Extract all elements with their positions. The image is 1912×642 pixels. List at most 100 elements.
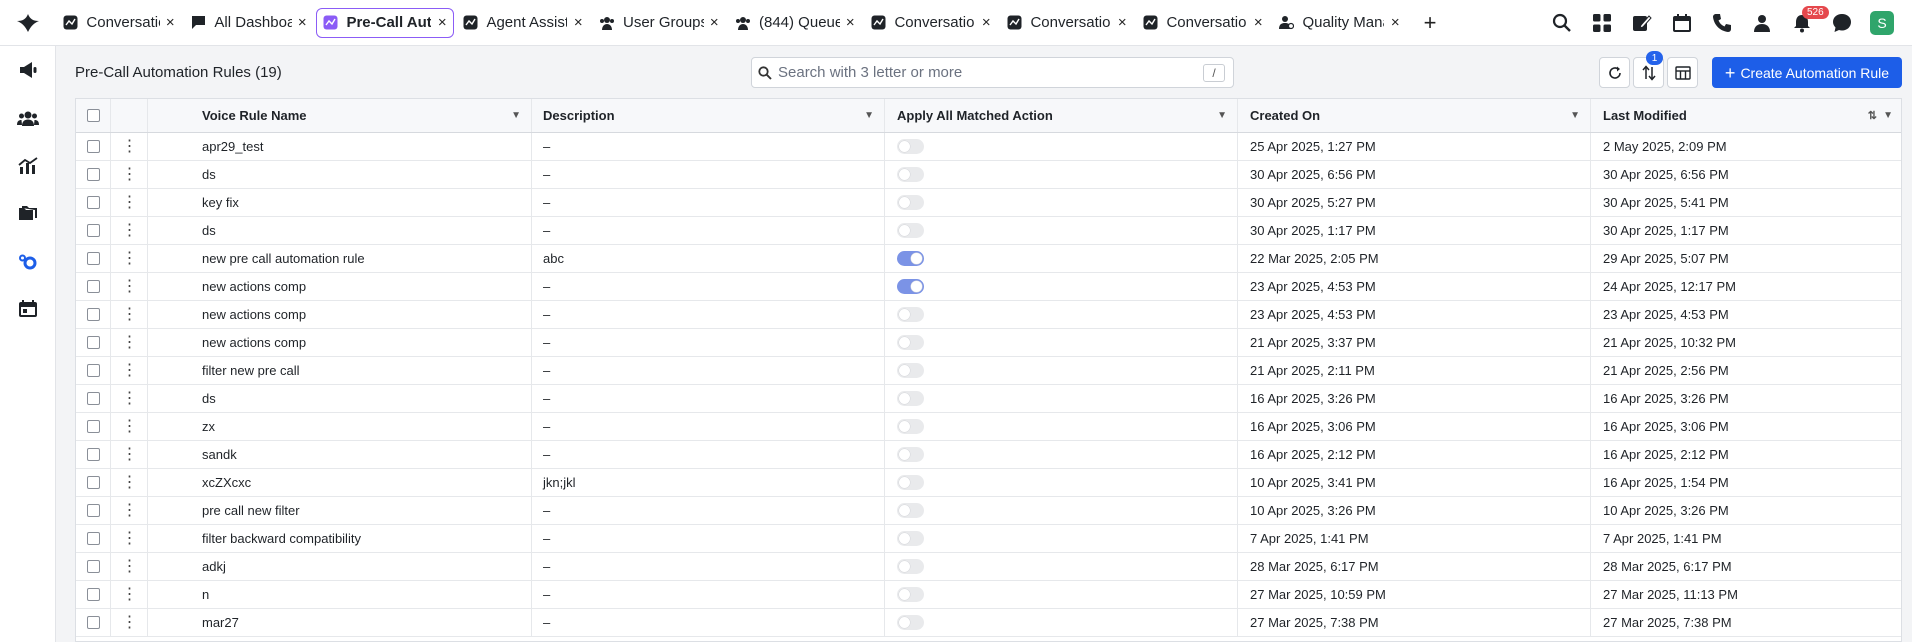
apply-all-toggle[interactable] (897, 419, 924, 434)
table-row[interactable]: ⋮ new actions comp – 21 Apr 2025, 3:37 PM 21… (76, 329, 1901, 357)
rule-name[interactable]: ds (148, 385, 532, 412)
rule-name[interactable]: mar27 (148, 609, 532, 636)
apply-all-toggle[interactable] (897, 167, 924, 182)
table-row[interactable]: ⋮ mar27– 27 Mar 2025, 7:38 PM 27 Mar 2025, … (76, 609, 1901, 637)
row-select-cell[interactable] (76, 581, 111, 608)
row-checkbox[interactable] (86, 448, 100, 461)
close-tab-icon[interactable]: × (435, 14, 449, 31)
user-avatar[interactable]: S (1862, 0, 1902, 46)
sidebar-item-automation-settings[interactable] (0, 242, 56, 282)
more-actions-icon[interactable]: ⋮ (122, 418, 138, 435)
row-actions-cell[interactable]: ⋮ (111, 385, 148, 412)
apply-all-toggle[interactable] (897, 587, 924, 602)
more-actions-icon[interactable]: ⋮ (122, 166, 138, 183)
row-select-cell[interactable] (76, 301, 111, 328)
close-tab-icon[interactable]: × (708, 14, 721, 31)
apply-all-toggle[interactable] (897, 531, 924, 546)
table-row[interactable]: ⋮ zx – 16 Apr 2025, 3:06 PM 16 Apr 2025, 3:0… (76, 413, 1901, 441)
tab-9[interactable]: Conversation × (1136, 8, 1270, 38)
table-row[interactable]: ⋮ xcZXcxc jkn;jkl 10 Apr 2025, 3:41 PM 16 Ap… (76, 469, 1901, 497)
more-actions-icon[interactable]: ⋮ (122, 138, 138, 155)
table-row[interactable]: ⋮ ds – 16 Apr 2025, 3:26 PM 16 Apr 2025, 3:2… (76, 385, 1901, 413)
column-header-apply[interactable]: Apply All Matched Action ▼ (885, 99, 1238, 132)
close-tab-icon[interactable]: × (844, 14, 857, 31)
row-select-cell[interactable] (76, 329, 111, 356)
tab-1[interactable]: Conversation × (56, 8, 182, 38)
table-row[interactable]: ⋮ ds – 30 Apr 2025, 6:56 PM 30 Apr 2025, 6:5… (76, 161, 1901, 189)
apply-all-toggle[interactable] (897, 307, 924, 322)
table-row[interactable]: ⋮ sandk – 16 Apr 2025, 2:12 PM 16 Apr 2025, … (76, 441, 1901, 469)
rule-name[interactable]: new actions comp (148, 329, 532, 356)
row-checkbox[interactable] (86, 308, 100, 321)
close-tab-icon[interactable]: × (164, 14, 177, 31)
table-row[interactable]: ⋮ new pre call automation rule abc 22 Mar 2… (76, 245, 1901, 273)
row-actions-cell[interactable]: ⋮ (111, 189, 148, 216)
close-tab-icon[interactable]: × (1251, 14, 1265, 31)
filter-caret-icon[interactable]: ▼ (864, 110, 874, 121)
row-actions-cell[interactable]: ⋮ (111, 469, 148, 496)
compose-icon[interactable] (1622, 0, 1662, 46)
more-actions-icon[interactable]: ⋮ (122, 614, 138, 631)
tab-5[interactable]: User Groups × (592, 8, 726, 38)
row-select-cell[interactable] (76, 497, 111, 524)
agent-icon[interactable] (1742, 0, 1782, 46)
apply-all-toggle[interactable] (897, 391, 924, 406)
more-actions-icon[interactable]: ⋮ (122, 306, 138, 323)
rule-name[interactable]: xcZXcxc (148, 469, 532, 496)
row-actions-cell[interactable]: ⋮ (111, 581, 148, 608)
table-row[interactable]: ⋮ apr29_test – 25 Apr 2025, 1:27 PM 2 May 20… (76, 133, 1901, 161)
column-header-modified[interactable]: Last Modified ⇅ ▼ (1591, 99, 1901, 132)
rule-name[interactable]: apr29_test (148, 133, 532, 160)
more-actions-icon[interactable]: ⋮ (122, 502, 138, 519)
row-checkbox[interactable] (86, 420, 100, 433)
rule-name[interactable]: pre call new filter (148, 497, 532, 524)
table-row[interactable]: ⋮ filter new pre call – 21 Apr 2025, 2:11 P… (76, 357, 1901, 385)
sort-descending-icon[interactable]: ⇅ (1868, 109, 1877, 122)
more-actions-icon[interactable]: ⋮ (122, 194, 138, 211)
sidebar-item-analytics[interactable] (0, 146, 56, 186)
row-select-cell[interactable] (76, 245, 111, 272)
tab-3[interactable]: Pre-Call Automation Rules× (316, 7, 454, 38)
column-header-created[interactable]: Created On ▼ (1238, 99, 1591, 132)
rule-name[interactable]: adkj (148, 553, 532, 580)
row-checkbox[interactable] (86, 168, 100, 181)
apply-all-toggle[interactable] (897, 363, 924, 378)
filter-caret-icon[interactable]: ▼ (1883, 110, 1893, 121)
row-actions-cell[interactable]: ⋮ (111, 301, 148, 328)
header-select-all[interactable] (76, 99, 111, 132)
row-select-cell[interactable] (76, 161, 111, 188)
rule-name[interactable]: ds (148, 217, 532, 244)
more-actions-icon[interactable]: ⋮ (122, 446, 138, 463)
table-row[interactable]: ⋮ pre call new filter – 10 Apr 2025, 3:26 P… (76, 497, 1901, 525)
more-actions-icon[interactable]: ⋮ (122, 474, 138, 491)
more-actions-icon[interactable]: ⋮ (122, 530, 138, 547)
table-row[interactable]: ⋮ ds – 30 Apr 2025, 1:17 PM 30 Apr 2025, 1:1… (76, 217, 1901, 245)
apply-all-toggle[interactable] (897, 447, 924, 462)
row-actions-cell[interactable]: ⋮ (111, 357, 148, 384)
apply-all-toggle[interactable] (897, 251, 924, 266)
row-checkbox[interactable] (86, 588, 100, 601)
sidebar-item-schedule[interactable] (0, 289, 56, 329)
rule-name[interactable]: key fix (148, 189, 532, 216)
more-actions-icon[interactable]: ⋮ (122, 558, 138, 575)
apply-all-toggle[interactable] (897, 223, 924, 238)
close-tab-icon[interactable]: × (1388, 14, 1402, 31)
search-icon[interactable] (1542, 0, 1582, 46)
row-actions-cell[interactable]: ⋮ (111, 413, 148, 440)
row-checkbox[interactable] (86, 476, 100, 489)
chat-icon[interactable] (1822, 0, 1862, 46)
rule-name[interactable]: new actions comp (148, 301, 532, 328)
sidebar-item-campaigns[interactable] (0, 50, 56, 90)
create-automation-rule-button[interactable]: + Create Automation Rule (1712, 57, 1902, 88)
close-tab-icon[interactable]: × (979, 14, 993, 31)
row-actions-cell[interactable]: ⋮ (111, 273, 148, 300)
rule-name[interactable]: new actions comp (148, 273, 532, 300)
tab-4[interactable]: Agent Assist × (456, 8, 590, 38)
sidebar-item-users[interactable] (0, 98, 56, 138)
row-actions-cell[interactable]: ⋮ (111, 245, 148, 272)
rule-name[interactable]: sandk (148, 441, 532, 468)
more-actions-icon[interactable]: ⋮ (122, 250, 138, 267)
row-checkbox[interactable] (86, 252, 100, 265)
row-select-cell[interactable] (76, 469, 111, 496)
row-actions-cell[interactable]: ⋮ (111, 133, 148, 160)
